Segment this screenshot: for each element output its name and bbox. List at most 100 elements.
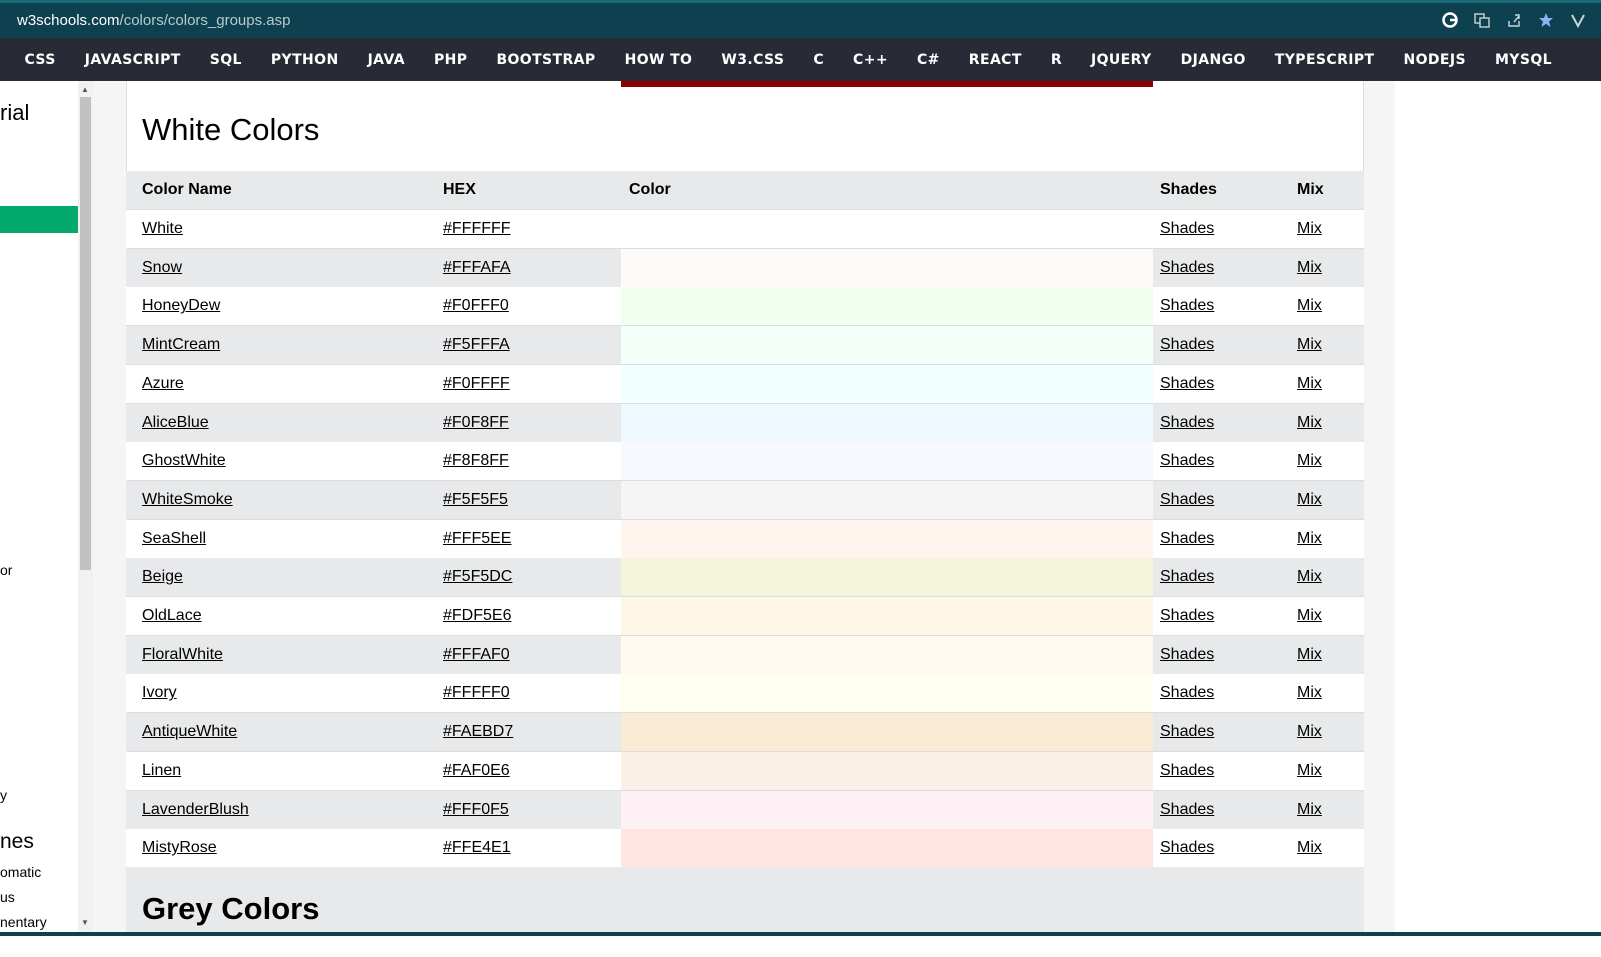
- shades-link[interactable]: Shades: [1160, 287, 1214, 325]
- share-icon[interactable]: [1505, 11, 1523, 29]
- mix-link[interactable]: Mix: [1297, 829, 1322, 867]
- nav-item-c[interactable]: C#: [902, 52, 954, 68]
- google-icon[interactable]: [1441, 11, 1459, 29]
- shades-link[interactable]: Shades: [1160, 674, 1214, 712]
- mix-link[interactable]: Mix: [1297, 442, 1322, 480]
- color-name-link[interactable]: GhostWhite: [142, 442, 226, 480]
- hex-link[interactable]: #FFFFFF: [443, 210, 511, 248]
- shades-link[interactable]: Shades: [1160, 442, 1214, 480]
- hex-link[interactable]: #FAF0E6: [443, 752, 510, 790]
- hex-link[interactable]: #F5F5DC: [443, 558, 512, 596]
- scroll-down-arrow-icon[interactable]: ▼: [81, 918, 89, 927]
- shades-link[interactable]: Shades: [1160, 520, 1214, 558]
- hex-link[interactable]: #FDF5E6: [443, 597, 511, 635]
- mix-link[interactable]: Mix: [1297, 404, 1322, 442]
- color-name-link[interactable]: LavenderBlush: [142, 791, 249, 829]
- nav-item-jquery[interactable]: JQUERY: [1077, 52, 1167, 68]
- hex-link[interactable]: #F0FFF0: [443, 287, 509, 325]
- shades-link[interactable]: Shades: [1160, 558, 1214, 596]
- mix-link[interactable]: Mix: [1297, 520, 1322, 558]
- scroll-up-arrow-icon[interactable]: ▲: [81, 85, 89, 94]
- profile-menu-icon[interactable]: [1569, 11, 1587, 29]
- color-name-link[interactable]: FloralWhite: [142, 636, 223, 674]
- nav-item-typescript[interactable]: TYPESCRIPT: [1260, 52, 1389, 68]
- mix-link[interactable]: Mix: [1297, 636, 1322, 674]
- nav-item-mysql[interactable]: MYSQL: [1480, 52, 1566, 68]
- color-name-link[interactable]: Ivory: [142, 674, 177, 712]
- hex-link[interactable]: #F8F8FF: [443, 442, 509, 480]
- mix-link[interactable]: Mix: [1297, 249, 1322, 287]
- hex-link[interactable]: #FFFAF0: [443, 636, 510, 674]
- shades-link[interactable]: Shades: [1160, 791, 1214, 829]
- sidebar-fragment[interactable]: nentary: [0, 914, 47, 930]
- nav-item-c[interactable]: C++: [839, 52, 903, 68]
- mix-link[interactable]: Mix: [1297, 481, 1322, 519]
- shades-link[interactable]: Shades: [1160, 829, 1214, 867]
- translate-icon[interactable]: [1473, 11, 1491, 29]
- nav-item-react[interactable]: REACT: [954, 52, 1036, 68]
- nav-item-w3-css[interactable]: W3.CSS: [707, 52, 799, 68]
- hex-link[interactable]: #FFF5EE: [443, 520, 511, 558]
- nav-item-bootstrap[interactable]: BOOTSTRAP: [482, 52, 610, 68]
- mix-link[interactable]: Mix: [1297, 674, 1322, 712]
- nav-item-python[interactable]: PYTHON: [256, 52, 353, 68]
- color-name-link[interactable]: Beige: [142, 558, 183, 596]
- mix-link[interactable]: Mix: [1297, 210, 1322, 248]
- color-name-link[interactable]: Snow: [142, 249, 182, 287]
- mix-link[interactable]: Mix: [1297, 365, 1322, 403]
- browser-address-bar[interactable]: w3schools.com/colors/colors_groups.asp: [0, 0, 1601, 38]
- mix-link[interactable]: Mix: [1297, 597, 1322, 635]
- color-name-link[interactable]: MistyRose: [142, 829, 217, 867]
- color-name-link[interactable]: AliceBlue: [142, 404, 209, 442]
- color-name-link[interactable]: MintCream: [142, 326, 220, 364]
- hex-link[interactable]: #FFFAFA: [443, 249, 511, 287]
- sidebar-fragment[interactable]: or: [0, 562, 12, 578]
- color-name-link[interactable]: Linen: [142, 752, 181, 790]
- sidebar-scrollbar-thumb[interactable]: [80, 97, 91, 570]
- sidebar-fragment[interactable]: omatic: [0, 864, 41, 880]
- sidebar-fragment[interactable]: us: [0, 889, 15, 905]
- shades-link[interactable]: Shades: [1160, 752, 1214, 790]
- nav-item-css[interactable]: CSS: [10, 52, 70, 68]
- shades-link[interactable]: Shades: [1160, 404, 1214, 442]
- nav-item-how-to[interactable]: HOW TO: [610, 52, 707, 68]
- nav-item-javascript[interactable]: JAVASCRIPT: [70, 52, 195, 68]
- nav-item-django[interactable]: DJANGO: [1166, 52, 1260, 68]
- mix-link[interactable]: Mix: [1297, 791, 1322, 829]
- hex-link[interactable]: #FFFFF0: [443, 674, 510, 712]
- sidebar-active-item[interactable]: [0, 206, 78, 233]
- shades-link[interactable]: Shades: [1160, 713, 1214, 751]
- hex-link[interactable]: #FAEBD7: [443, 713, 513, 751]
- shades-link[interactable]: Shades: [1160, 210, 1214, 248]
- shades-link[interactable]: Shades: [1160, 365, 1214, 403]
- mix-link[interactable]: Mix: [1297, 287, 1322, 325]
- sidebar-fragment-title[interactable]: rial: [0, 100, 29, 126]
- hex-link[interactable]: #F5F5F5: [443, 481, 508, 519]
- shades-link[interactable]: Shades: [1160, 326, 1214, 364]
- nav-item-r[interactable]: R: [1036, 52, 1076, 68]
- nav-item-c[interactable]: C: [799, 52, 839, 68]
- shades-link[interactable]: Shades: [1160, 481, 1214, 519]
- hex-link[interactable]: #FFE4E1: [443, 829, 511, 867]
- mix-link[interactable]: Mix: [1297, 752, 1322, 790]
- mix-link[interactable]: Mix: [1297, 326, 1322, 364]
- color-name-link[interactable]: White: [142, 210, 183, 248]
- hex-link[interactable]: #F5FFFA: [443, 326, 510, 364]
- nav-item-nodejs[interactable]: NODEJS: [1389, 52, 1481, 68]
- color-name-link[interactable]: OldLace: [142, 597, 202, 635]
- color-name-link[interactable]: HoneyDew: [142, 287, 220, 325]
- bookmark-star-icon[interactable]: [1537, 11, 1555, 29]
- url-text[interactable]: w3schools.com/colors/colors_groups.asp: [17, 12, 290, 29]
- color-name-link[interactable]: Azure: [142, 365, 184, 403]
- sidebar-fragment[interactable]: y: [0, 787, 7, 803]
- nav-item-java[interactable]: JAVA: [353, 52, 419, 68]
- hex-link[interactable]: #F0FFFF: [443, 365, 510, 403]
- hex-link[interactable]: #FFF0F5: [443, 791, 509, 829]
- color-name-link[interactable]: AntiqueWhite: [142, 713, 237, 751]
- shades-link[interactable]: Shades: [1160, 597, 1214, 635]
- color-name-link[interactable]: WhiteSmoke: [142, 481, 233, 519]
- nav-item-php[interactable]: PHP: [419, 52, 481, 68]
- color-name-link[interactable]: SeaShell: [142, 520, 206, 558]
- shades-link[interactable]: Shades: [1160, 249, 1214, 287]
- shades-link[interactable]: Shades: [1160, 636, 1214, 674]
